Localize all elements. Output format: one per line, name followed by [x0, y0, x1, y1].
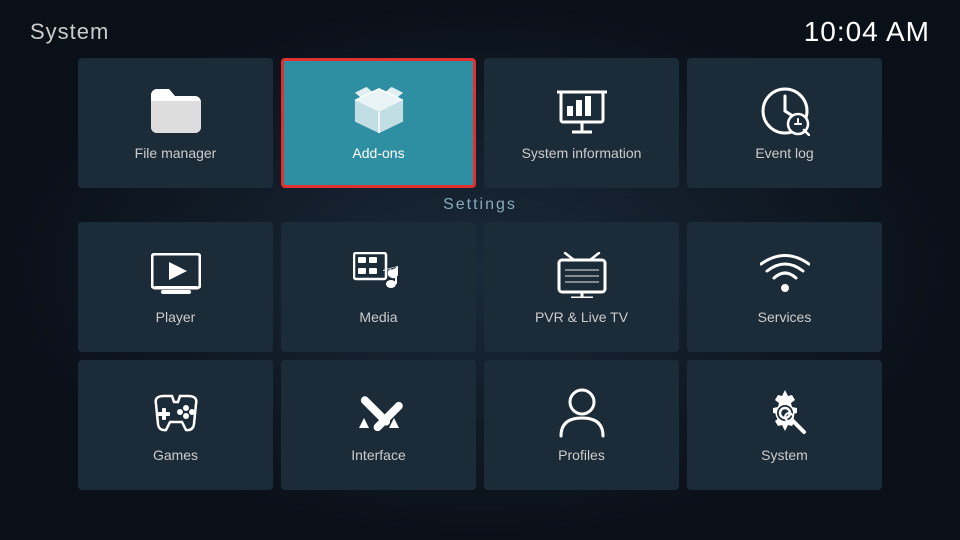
tile-services-label: Services [758, 309, 812, 325]
top-row: File manager Add-ons [30, 58, 930, 188]
tile-profiles[interactable]: Profiles [484, 360, 679, 490]
folder-icon [150, 85, 202, 137]
tile-system-label: System [761, 447, 808, 463]
tile-media[interactable]: Media [281, 222, 476, 352]
tile-add-ons-label: Add-ons [352, 145, 404, 161]
system-icon [759, 387, 811, 439]
addons-icon [353, 85, 405, 137]
pvr-icon [556, 249, 608, 301]
services-icon [759, 249, 811, 301]
clock: 10:04 AM [804, 16, 930, 48]
tile-games[interactable]: Games [78, 360, 273, 490]
games-icon [150, 387, 202, 439]
tile-system-information[interactable]: System information [484, 58, 679, 188]
tile-system[interactable]: System [687, 360, 882, 490]
tile-event-log[interactable]: Event log [687, 58, 882, 188]
event-log-icon [759, 85, 811, 137]
page-title: System [30, 19, 109, 45]
tile-player[interactable]: Player [78, 222, 273, 352]
player-icon [150, 249, 202, 301]
media-icon [353, 249, 405, 301]
interface-icon [353, 387, 405, 439]
tile-event-log-label: Event log [755, 145, 813, 161]
tile-media-label: Media [359, 309, 397, 325]
tile-services[interactable]: Services [687, 222, 882, 352]
settings-row-2: Games Interface [30, 360, 930, 490]
system-info-icon [556, 85, 608, 137]
profiles-icon [556, 387, 608, 439]
tile-system-information-label: System information [522, 145, 642, 161]
settings-row-1: Player Media [30, 222, 930, 352]
tile-pvr-live-tv-label: PVR & Live TV [535, 309, 628, 325]
tile-pvr-live-tv[interactable]: PVR & Live TV [484, 222, 679, 352]
settings-section-title: Settings [30, 196, 930, 214]
tile-add-ons[interactable]: Add-ons [281, 58, 476, 188]
tile-file-manager[interactable]: File manager [78, 58, 273, 188]
tile-file-manager-label: File manager [135, 145, 217, 161]
tile-interface-label: Interface [351, 447, 405, 463]
tile-profiles-label: Profiles [558, 447, 605, 463]
tile-interface[interactable]: Interface [281, 360, 476, 490]
tile-player-label: Player [156, 309, 196, 325]
tile-games-label: Games [153, 447, 198, 463]
